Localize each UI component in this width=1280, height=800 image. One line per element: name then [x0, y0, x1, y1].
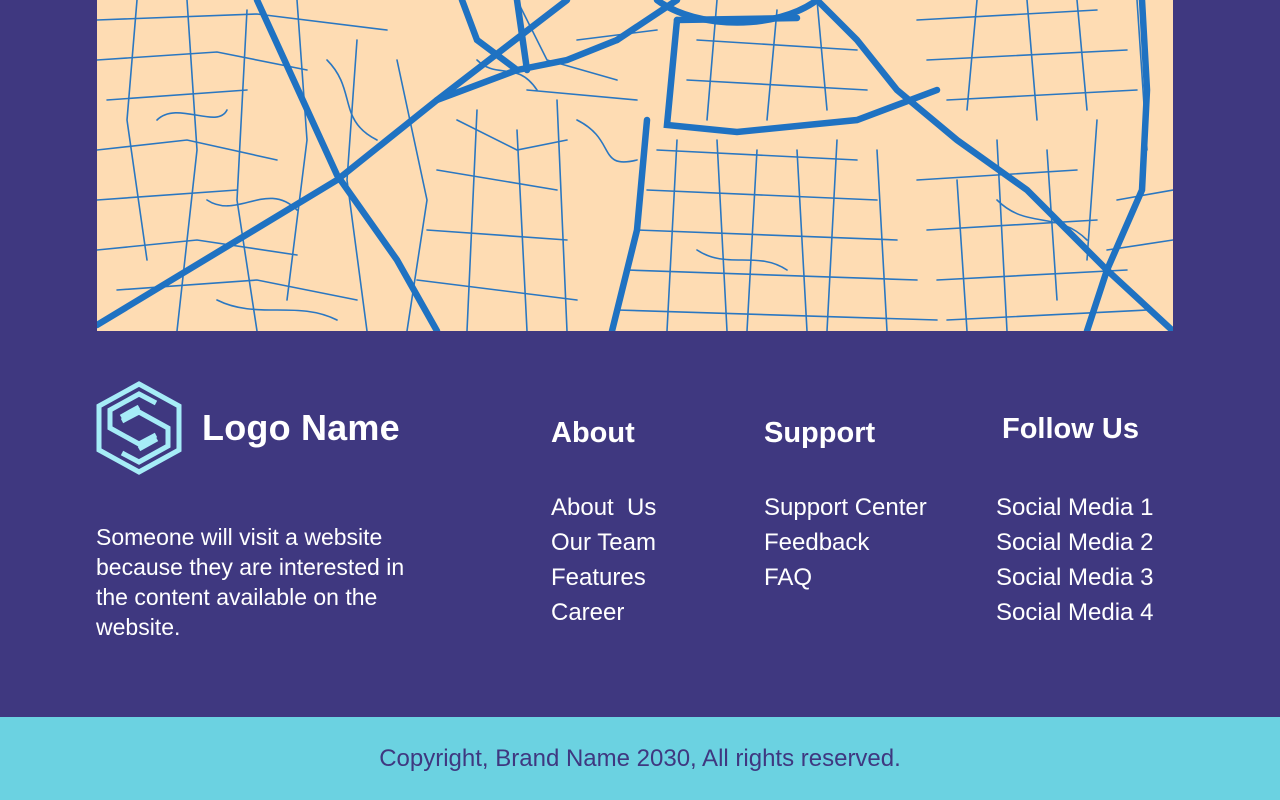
city-map-image — [97, 0, 1173, 331]
faq-link[interactable]: FAQ — [764, 560, 927, 595]
support-column: Support Support Center Feedback FAQ — [764, 417, 927, 591]
support-heading: Support — [764, 417, 876, 449]
features-link[interactable]: Features — [551, 560, 656, 595]
social-media-1-link[interactable]: Social Media 1 — [996, 490, 1153, 525]
about-links: About Us Our Team Features Career — [551, 490, 656, 630]
logo-name: Logo Name — [202, 407, 400, 448]
social-media-3-link[interactable]: Social Media 3 — [996, 560, 1153, 595]
about-column: About About Us Our Team Features Career — [551, 417, 656, 626]
social-links: Social Media 1 Social Media 2 Social Med… — [996, 490, 1153, 630]
hexagon-s-icon — [96, 381, 182, 475]
copyright-text: Copyright, Brand Name 2030, All rights r… — [379, 744, 901, 772]
city-map-graphic — [97, 0, 1173, 331]
feedback-link[interactable]: Feedback — [764, 525, 927, 560]
copyright-bar: Copyright, Brand Name 2030, All rights r… — [0, 717, 1280, 800]
about-heading: About — [551, 417, 635, 449]
support-center-link[interactable]: Support Center — [764, 490, 927, 525]
follow-column: Follow Us Social Media 1 Social Media 2 … — [996, 413, 1153, 626]
our-team-link[interactable]: Our Team — [551, 525, 656, 560]
brand-tagline: Someone will visit a website because the… — [96, 524, 405, 640]
follow-heading: Follow Us — [1002, 413, 1139, 445]
brand-logo[interactable]: Logo Name — [96, 381, 400, 475]
support-links: Support Center Feedback FAQ — [764, 490, 927, 595]
career-link[interactable]: Career — [551, 595, 656, 630]
about-us-link[interactable]: About Us — [551, 490, 656, 525]
social-media-2-link[interactable]: Social Media 2 — [996, 525, 1153, 560]
social-media-4-link[interactable]: Social Media 4 — [996, 595, 1153, 630]
